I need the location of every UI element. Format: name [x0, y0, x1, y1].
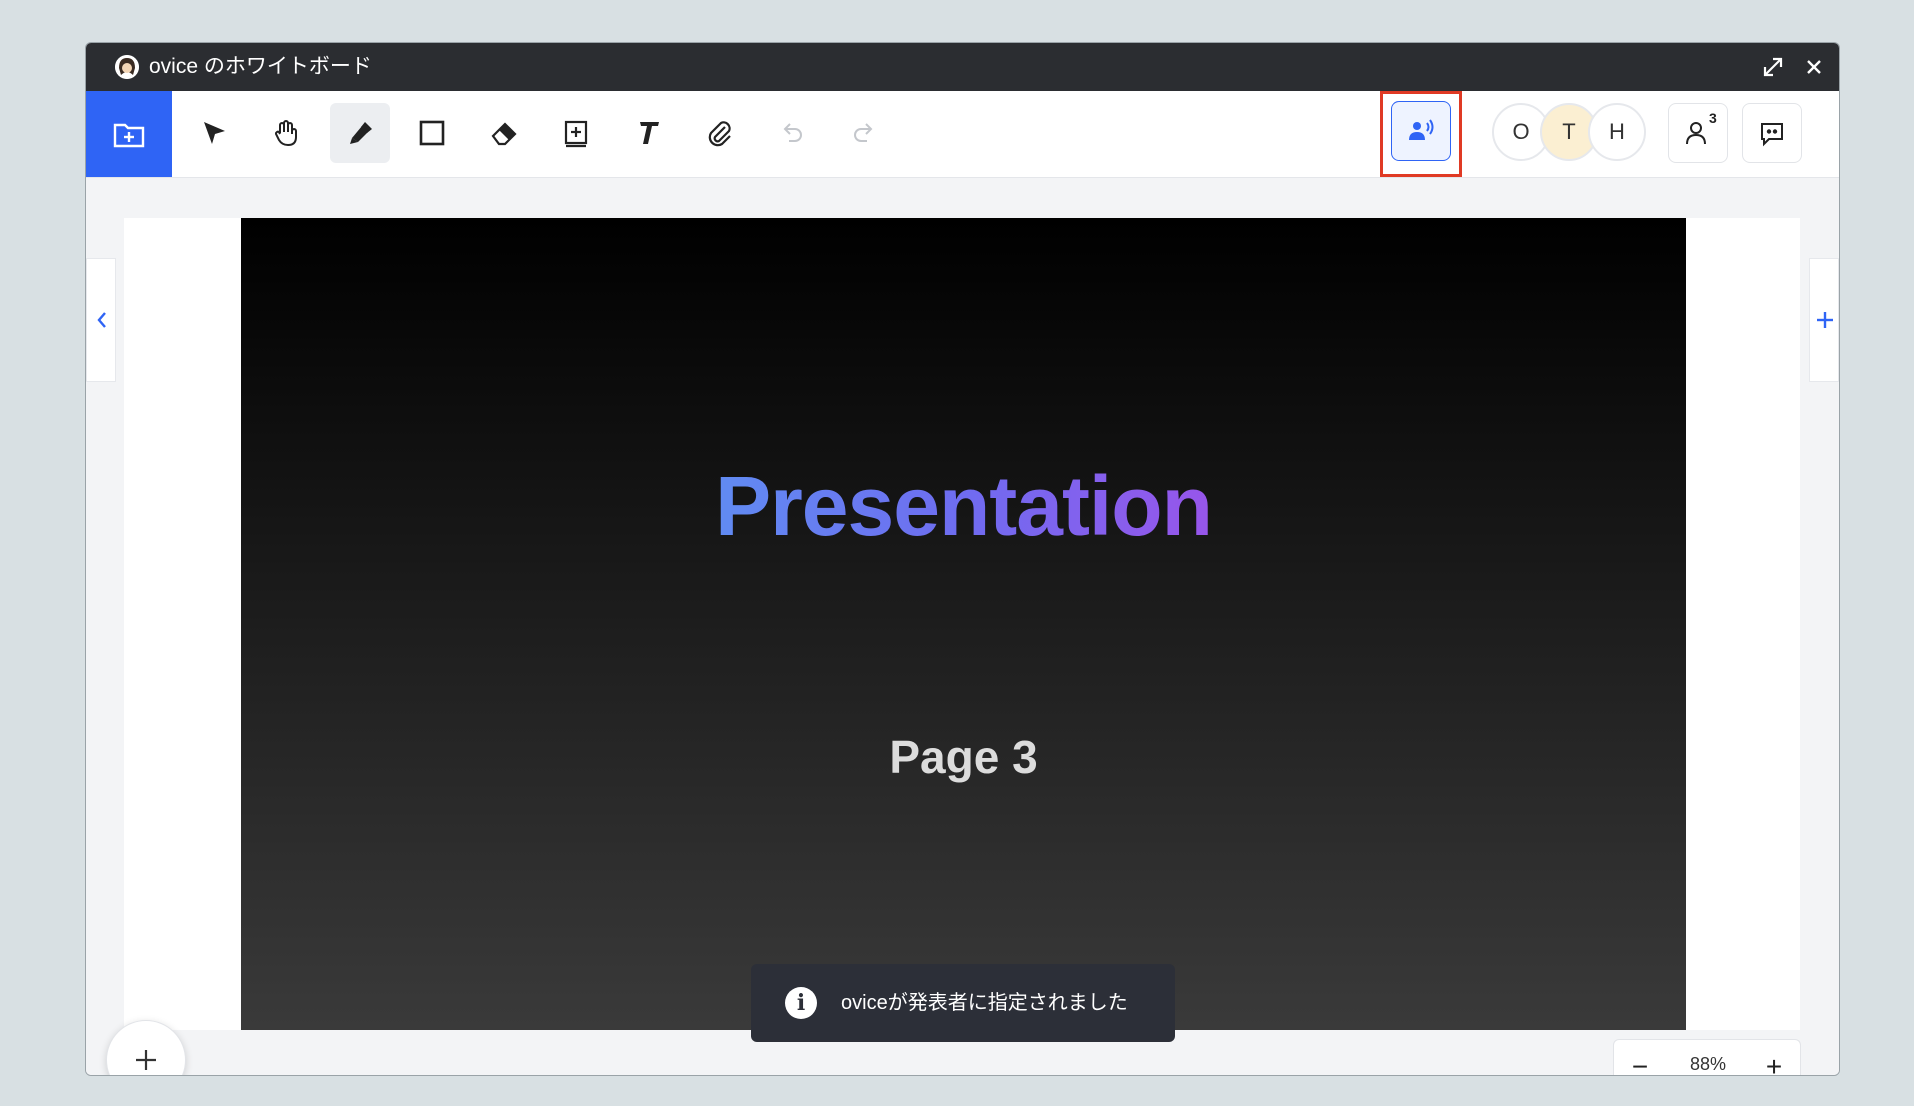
add-frame-icon: [564, 120, 588, 148]
hand-tool[interactable]: [256, 103, 316, 163]
participants-button[interactable]: 3: [1668, 103, 1728, 163]
member-initial: H: [1609, 119, 1625, 144]
expand-icon[interactable]: [1759, 53, 1787, 81]
hand-icon: [275, 120, 297, 147]
zoom-level: 88%: [1689, 1054, 1727, 1074]
slide-title: Presentation: [241, 458, 1686, 555]
presenter-mode-button[interactable]: [1391, 101, 1451, 161]
folder-plus-icon: [113, 123, 145, 148]
notification-toast: i oviceが発表者に指定されました: [751, 964, 1175, 1042]
zoom-out-button[interactable]: −: [1622, 1050, 1658, 1075]
add-frame-tool[interactable]: [546, 103, 606, 163]
paperclip-icon: [708, 121, 731, 147]
chat-icon: [1761, 123, 1783, 147]
add-page-side-button[interactable]: [1809, 258, 1839, 382]
presentation-slide: Presentation Page 3: [241, 218, 1686, 1030]
pen-icon: [350, 122, 372, 144]
member-initial: T: [1562, 119, 1576, 144]
presenter-speaking-icon: [1409, 119, 1434, 140]
pointer-tool[interactable]: [184, 103, 244, 163]
cursor-arrow-icon: [204, 122, 225, 144]
rectangle-tool[interactable]: [402, 103, 462, 163]
redo-button[interactable]: [834, 103, 894, 163]
title-bar: ovice のホワイトボード: [86, 43, 1839, 91]
undo-button[interactable]: [762, 103, 822, 163]
slide-subtitle: Page 3: [889, 731, 1038, 783]
eraser-tool[interactable]: [474, 103, 534, 163]
participants-count: 3: [1709, 110, 1717, 126]
text-icon: [640, 122, 659, 144]
chat-button[interactable]: [1742, 103, 1802, 163]
toolbar: O T H 3: [86, 91, 1839, 178]
close-icon[interactable]: [1800, 53, 1828, 81]
rectangle-icon: [419, 120, 445, 146]
info-icon: i: [785, 987, 817, 1019]
ovice-avatar-icon: [115, 55, 139, 79]
pen-tool[interactable]: [330, 103, 390, 163]
collapse-left-panel-button[interactable]: [86, 258, 116, 382]
plus-icon: [1817, 312, 1833, 328]
member-initial: O: [1512, 119, 1530, 144]
member-avatar-h[interactable]: H: [1588, 103, 1646, 161]
zoom-control: − 88% +: [1613, 1039, 1801, 1075]
whiteboard-window: ovice のホワイトボード O T H 3 Presentation Page…: [85, 42, 1840, 1076]
attach-tool[interactable]: [690, 103, 750, 163]
eraser-icon: [491, 122, 517, 146]
plus-icon: [136, 1050, 156, 1070]
window-title: ovice のホワイトボード: [149, 55, 372, 78]
toast-message: oviceが発表者に指定されました: [841, 992, 1128, 1014]
add-board-button[interactable]: [86, 91, 172, 177]
undo-icon: [783, 123, 802, 142]
chevron-left-icon: [97, 312, 106, 328]
zoom-in-button[interactable]: +: [1756, 1050, 1792, 1075]
text-tool[interactable]: [618, 103, 678, 163]
redo-icon: [854, 123, 873, 142]
board-canvas[interactable]: Presentation Page 3 i oviceが発表者に指定されました …: [86, 178, 1839, 1075]
